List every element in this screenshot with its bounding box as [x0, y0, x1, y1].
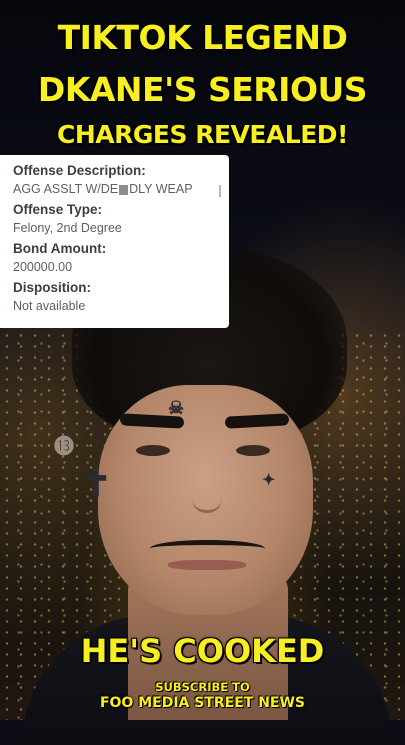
scrollbar-thumb[interactable]	[219, 185, 221, 197]
left-eye	[136, 445, 170, 456]
star-tattoo-icon: ✦	[262, 470, 276, 489]
subscribe-line-2: FOO MEDIA STREET NEWS	[99, 695, 306, 711]
headline-line-1: TIKTOK LEGEND	[57, 18, 348, 57]
disposition-value: Not available	[13, 299, 86, 313]
caption-text: HE'S COOKED	[80, 632, 325, 670]
headline-line-3: CHARGES REVEALED!	[57, 120, 348, 149]
nose	[192, 470, 222, 513]
offense-description-start: AGG ASSLT W/DE	[13, 182, 119, 196]
offense-description-end: DLY WEAP	[129, 182, 193, 196]
offense-type-value: Felony, 2nd Degree	[13, 221, 122, 235]
bond-amount-value: 200000.00	[13, 260, 73, 274]
bond-amount-label: Bond Amount:	[13, 241, 107, 256]
offense-type-label: Offense Type:	[13, 202, 103, 217]
mustache	[150, 540, 265, 557]
right-eye	[236, 445, 270, 456]
redaction-block	[119, 184, 129, 195]
disposition-label: Disposition:	[13, 280, 91, 295]
cross-tattoo-icon: ✝	[80, 460, 112, 505]
headline-line-2: DKANE'S SERIOUS	[37, 70, 368, 109]
subscribe-line-1: SUBSCRIBE TO	[155, 680, 250, 694]
arrest-record-panel: Offense Description: AGG ASSLT W/DE DLY W…	[0, 155, 229, 328]
offense-description-value: AGG ASSLT W/DE DLY WEAP	[13, 180, 219, 198]
temple-tattoo-icon: ⓭	[54, 434, 74, 458]
mouth	[168, 560, 246, 570]
forehead-tattoo-icon: ☠	[168, 398, 185, 419]
offense-description-label: Offense Description:	[13, 163, 146, 178]
